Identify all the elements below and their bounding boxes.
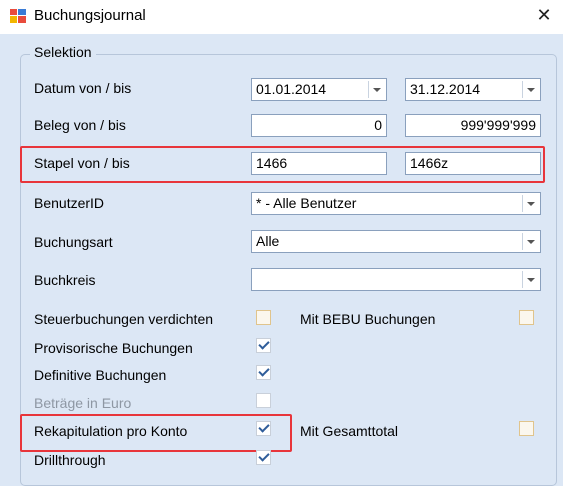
buchungsart-value: Alle [256,233,280,249]
stapel-to-input[interactable]: 1466z [405,152,541,175]
definitiv-label: Definitive Buchungen [34,367,167,383]
benutzer-label: BenutzerID [34,195,105,211]
gesamttotal-checkbox[interactable] [519,421,534,436]
benutzer-dropdown[interactable]: * - Alle Benutzer [251,192,541,215]
beleg-to-input[interactable]: 999'999'999 [405,114,541,137]
chevron-down-icon[interactable] [522,233,538,250]
euro-label: Beträge in Euro [34,395,132,411]
buchkreis-label: Buchkreis [34,272,96,288]
definitiv-checkbox[interactable] [256,365,271,380]
selektion-legend: Selektion [30,44,96,60]
provisorisch-checkbox[interactable] [256,338,271,353]
bebu-checkbox[interactable] [519,310,534,325]
gesamttotal-label: Mit Gesamttotal [300,423,399,439]
stapel-label: Stapel von / bis [34,155,130,171]
rekap-label: Rekapitulation pro Konto [34,423,188,439]
rekap-checkbox[interactable] [256,421,271,436]
title-bar: Buchungsjournal ✕ [0,0,563,34]
drill-checkbox[interactable] [256,450,271,465]
datum-to-value: 31.12.2014 [410,81,481,97]
buchkreis-dropdown[interactable] [251,268,541,291]
buchungsart-dropdown[interactable]: Alle [251,230,541,253]
euro-checkbox[interactable] [256,393,271,408]
datum-from-dropdown[interactable]: 01.01.2014 [251,78,387,101]
buchungsart-label: Buchungsart [34,234,113,250]
journal-app-icon [10,9,26,23]
chevron-down-icon[interactable] [522,195,538,212]
chevron-down-icon[interactable] [522,81,538,98]
chevron-down-icon[interactable] [368,81,384,98]
steuer-checkbox[interactable] [256,310,271,325]
benutzer-value: * - Alle Benutzer [256,195,357,211]
datum-label: Datum von / bis [34,80,132,96]
window-title: Buchungsjournal [34,7,146,24]
beleg-label: Beleg von / bis [34,117,126,133]
datum-from-value: 01.01.2014 [256,81,327,97]
datum-to-dropdown[interactable]: 31.12.2014 [405,78,541,101]
buchungsjournal-window: Buchungsjournal ✕ Selektion Datum von / … [0,0,563,486]
close-icon[interactable]: ✕ [532,3,556,27]
stapel-from-input[interactable]: 1466 [251,152,387,175]
steuer-label: Steuerbuchungen verdichten [34,311,214,327]
chevron-down-icon[interactable] [522,271,538,288]
beleg-from-input[interactable]: 0 [251,114,387,137]
provisorisch-label: Provisorische Buchungen [34,340,193,356]
bebu-label: Mit BEBU Buchungen [300,311,436,327]
drill-label: Drillthrough [34,452,106,468]
